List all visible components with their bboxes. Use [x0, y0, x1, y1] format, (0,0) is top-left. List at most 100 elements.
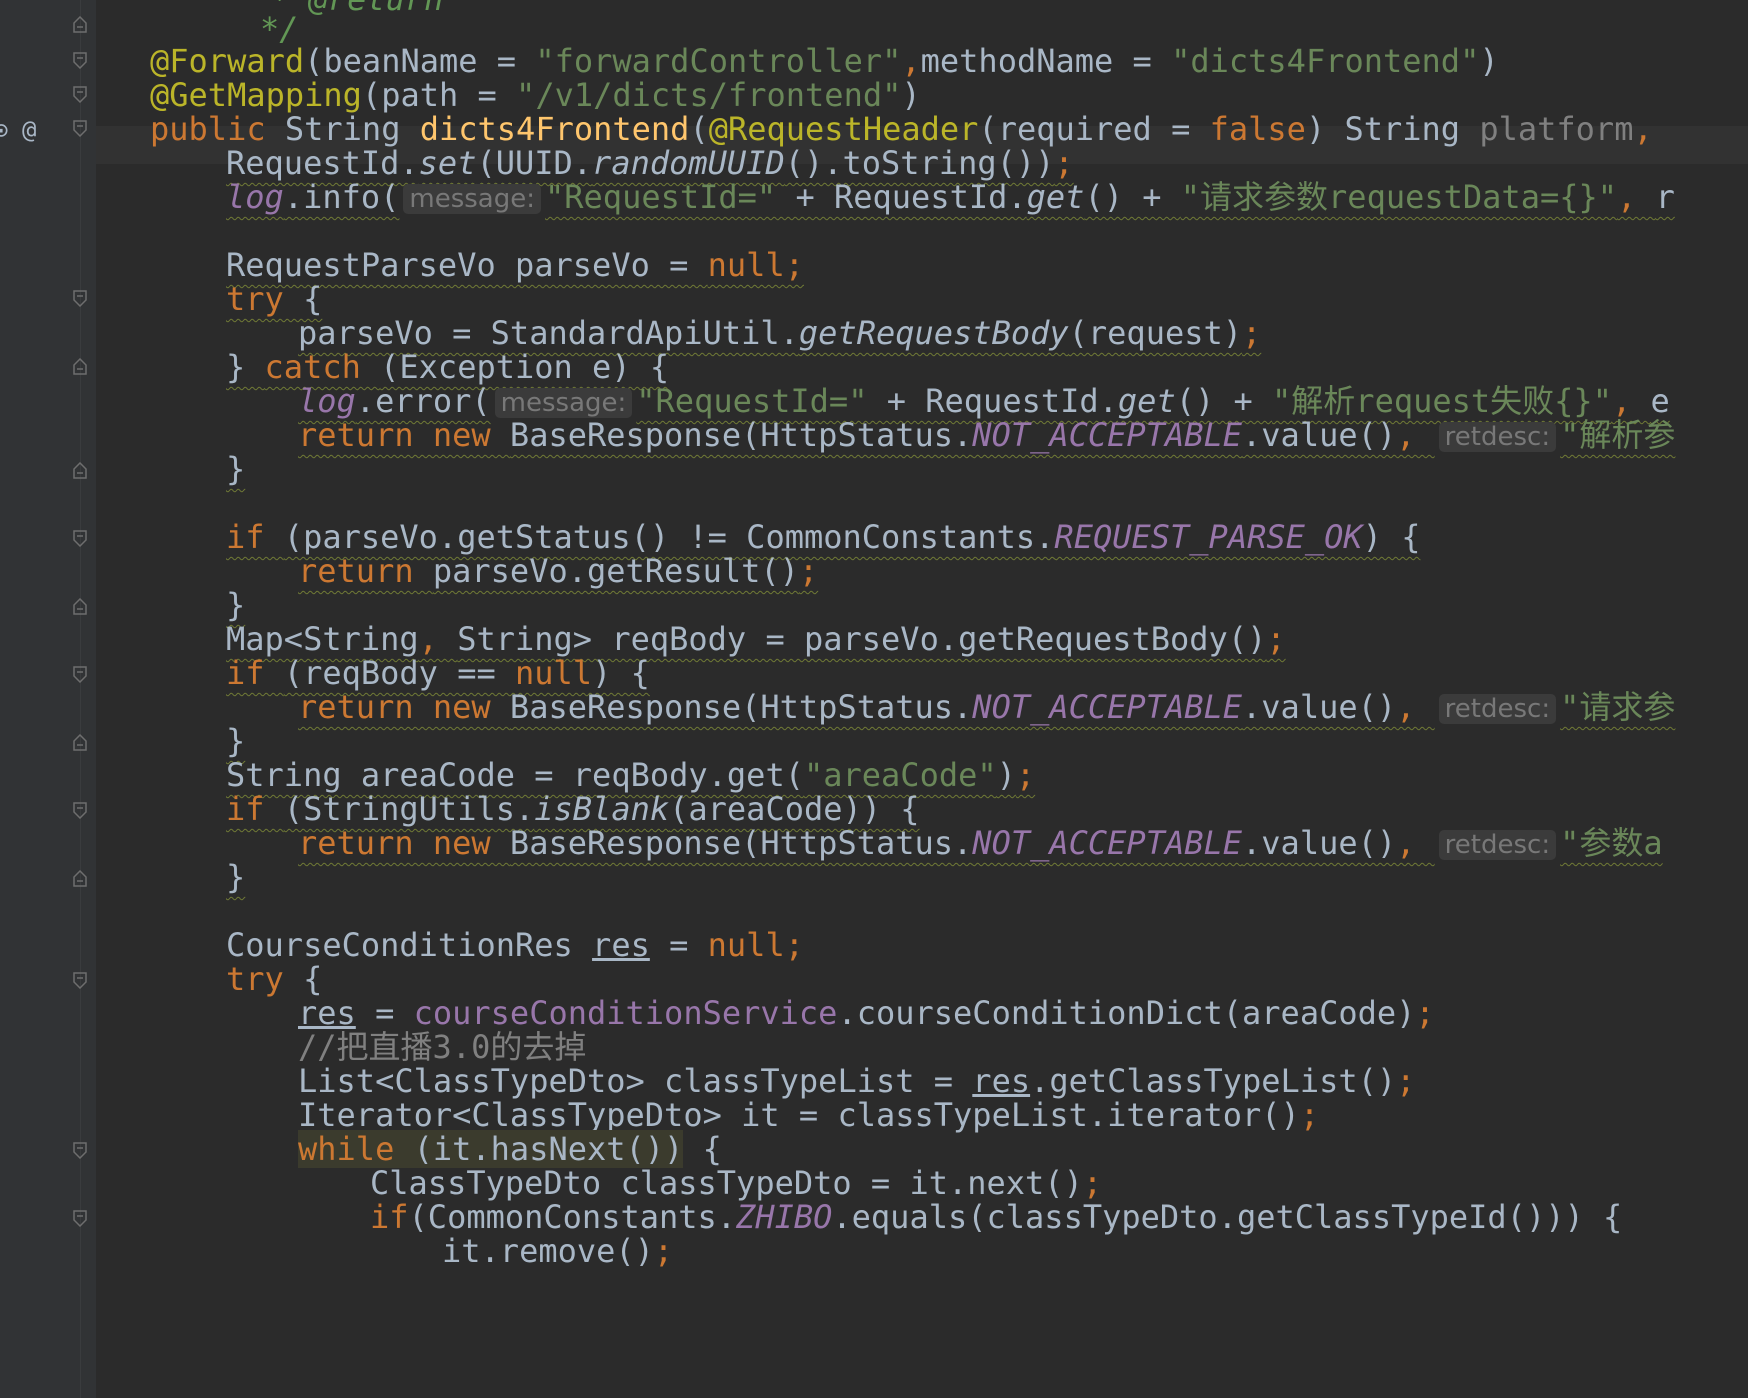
code-line[interactable]: ClassTypeDto classTypeDto = it.next();	[90, 1164, 1102, 1202]
code-token: if	[226, 654, 284, 692]
code-token: (required =	[978, 110, 1210, 148]
code-line[interactable]: CourseConditionRes res = null;	[90, 926, 804, 964]
code-line[interactable]: RequestParseVo parseVo = null;	[90, 246, 804, 284]
code-line[interactable]: try {	[90, 960, 322, 998]
code-token: String> reqBody = parseVo.getRequestBody…	[457, 620, 1267, 658]
code-token: ;	[1266, 620, 1286, 658]
code-token: (parseVo.getStatus() != CommonConstants.	[283, 518, 1055, 556]
code-line[interactable]: public String dicts4Frontend(@RequestHea…	[90, 110, 1653, 148]
code-line[interactable]: }	[90, 858, 245, 896]
code-line[interactable]: } catch (Exception e) {	[90, 348, 669, 386]
code-line[interactable]: }	[90, 722, 245, 760]
code-line[interactable]: log.error(message: "RequestId=" + Request…	[90, 382, 1670, 420]
code-token: ,	[1633, 110, 1653, 148]
code-token: .error(	[355, 382, 491, 420]
code-token: "RequestId="	[545, 178, 777, 216]
code-token: try	[226, 280, 304, 318]
code-token: + RequestId.	[776, 178, 1027, 216]
code-token: it.remove()	[442, 1232, 654, 1270]
parameter-hint: message:	[494, 388, 633, 418]
code-line[interactable]: Iterator<ClassTypeDto> it = classTypeLis…	[90, 1096, 1319, 1134]
code-token: }	[226, 722, 246, 760]
code-line[interactable]: if(CommonConstants.ZHIBO.equals(classTyp…	[90, 1198, 1622, 1236]
code-line[interactable]: parseVo = StandardApiUtil.getRequestBody…	[90, 314, 1261, 352]
code-token: return new	[298, 416, 510, 454]
code-line[interactable]: while (it.hasNext()) {	[90, 1130, 722, 1168]
code-token: parseVo.getResult()	[432, 552, 799, 590]
code-token: ,	[1617, 178, 1656, 216]
code-token: RequestParseVo parseVo =	[226, 246, 708, 284]
code-token: =	[355, 994, 414, 1032]
code-line[interactable]: if (parseVo.getStatus() != CommonConstan…	[90, 518, 1420, 556]
code-token: "areaCode"	[803, 756, 997, 794]
code-token: ;	[784, 926, 804, 964]
code-token: res	[592, 926, 650, 964]
code-line[interactable]: log.info(message: "RequestId=" + RequestI…	[90, 178, 1675, 216]
code-token: "/v1/dicts/frontend"	[516, 76, 902, 114]
code-line[interactable]: return new BaseResponse(HttpStatus.NOT_A…	[90, 688, 1675, 726]
code-line[interactable]: //把直播3.0的去掉	[90, 1028, 586, 1066]
code-token: getRequestBody	[798, 314, 1069, 352]
code-token: get	[1117, 382, 1176, 420]
code-token: }	[226, 858, 246, 896]
code-area[interactable]: * @return*/@Forward(beanName = "forwardC…	[0, 0, 1748, 1398]
code-token: log	[298, 382, 356, 420]
code-token: ;	[784, 246, 804, 284]
code-line[interactable]: if (reqBody == null) {	[90, 654, 650, 692]
code-token: set	[418, 144, 477, 182]
code-line[interactable]: }	[90, 586, 245, 624]
code-line[interactable]: Map<String, String> reqBody = parseVo.ge…	[90, 620, 1286, 658]
code-line[interactable]: @GetMapping(path = "/v1/dicts/frontend")	[90, 76, 921, 114]
code-line[interactable]: it.remove();	[90, 1232, 673, 1270]
code-line[interactable]: if (StringUtils.isBlank(areaCode)) {	[90, 790, 920, 828]
code-token: }	[226, 450, 246, 488]
code-token: NOT_ACCEPTABLE	[972, 416, 1243, 454]
code-token: BaseResponse(HttpStatus.	[509, 688, 973, 726]
code-token: (CommonConstants.	[408, 1198, 737, 1236]
code-token: .value()	[1242, 688, 1397, 726]
code-token: (StringUtils.	[283, 790, 535, 828]
code-token: false	[1209, 110, 1306, 148]
code-line[interactable]: @Forward(beanName = "forwardController",…	[90, 42, 1499, 80]
code-token: "forwardController"	[535, 42, 902, 80]
code-token: )	[996, 756, 1016, 794]
code-token: null	[514, 654, 593, 692]
code-token: e	[1650, 382, 1670, 420]
code-token: parseVo = StandardApiUtil.	[298, 314, 799, 352]
code-line[interactable]: RequestId.set(UUID.randomUUID().toString…	[90, 144, 1074, 182]
code-token: ;	[1396, 1062, 1416, 1100]
code-token: ) {	[592, 654, 650, 692]
code-line[interactable]: }	[90, 450, 245, 488]
code-token: ;	[1015, 756, 1036, 794]
code-editor[interactable]: ⊙@ * @return*/@Forward(beanName = "forwa…	[0, 0, 1748, 1398]
code-token: ;	[653, 1232, 674, 1270]
code-token: "请求参	[1560, 688, 1676, 726]
code-token: =	[649, 926, 708, 964]
code-line[interactable]: return new BaseResponse(HttpStatus.NOT_A…	[90, 824, 1663, 862]
code-token: List<ClassTypeDto> classTypeList =	[298, 1062, 973, 1100]
code-line[interactable]: return parseVo.getResult();	[90, 552, 818, 590]
code-token: ;	[798, 552, 819, 590]
code-token: .value()	[1242, 824, 1397, 862]
code-token: "解析request失败{}"	[1272, 382, 1612, 420]
code-token: }	[226, 586, 246, 624]
code-token: NOT_ACCEPTABLE	[972, 688, 1243, 726]
code-token: (areaCode)) {	[669, 790, 920, 828]
code-token: BaseResponse(HttpStatus.	[509, 416, 973, 454]
code-token: (beanName =	[304, 42, 536, 80]
code-token: (reqBody ==	[283, 654, 515, 692]
code-token: res	[972, 1062, 1031, 1100]
code-token: "RequestId="	[636, 382, 868, 420]
code-line[interactable]: String areaCode = reqBody.get("areaCode"…	[90, 756, 1035, 794]
code-line[interactable]: List<ClassTypeDto> classTypeList = res.g…	[90, 1062, 1415, 1100]
code-token: //把直播3.0的去掉	[298, 1028, 587, 1066]
code-line[interactable]: res = courseConditionService.courseCondi…	[90, 994, 1435, 1032]
code-token: NOT_ACCEPTABLE	[972, 824, 1243, 862]
code-line[interactable]: return new BaseResponse(HttpStatus.NOT_A…	[90, 416, 1675, 454]
code-token: (it.hasNext())	[413, 1130, 684, 1168]
code-token: null	[707, 926, 785, 964]
code-token: return new	[298, 688, 510, 726]
code-token: (UUID.	[476, 144, 593, 182]
code-token: (request)	[1068, 314, 1243, 352]
code-line[interactable]: try {	[90, 280, 322, 318]
